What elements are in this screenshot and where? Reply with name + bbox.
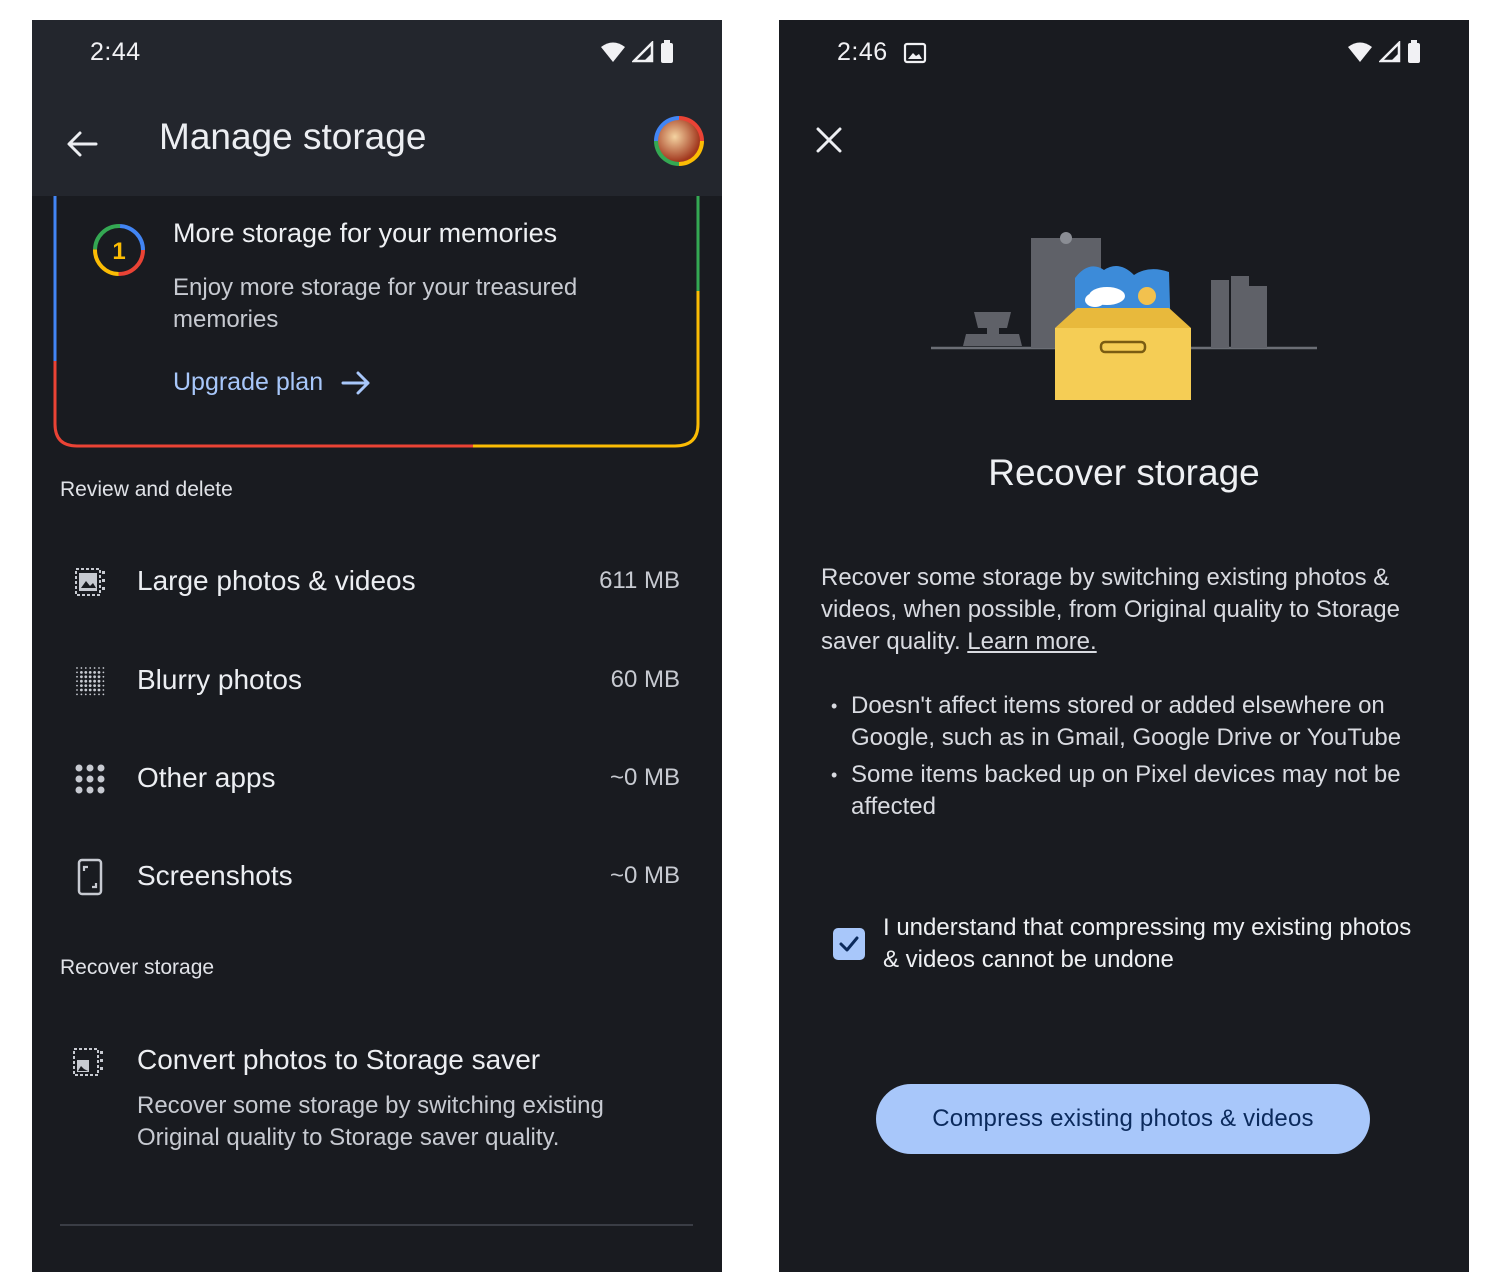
status-bar: 2:44 (32, 20, 722, 84)
check-icon (839, 936, 859, 952)
row-size: ~0 MB (609, 764, 680, 791)
page-title: Manage storage (159, 116, 427, 157)
blurry-grid-icon (72, 663, 108, 699)
storage-saver-icon (70, 1044, 106, 1080)
apps-grid-icon (72, 761, 108, 797)
row-size: ~0 MB (609, 862, 680, 889)
account-avatar[interactable] (654, 116, 704, 166)
confirm-checkbox[interactable] (833, 928, 865, 960)
compress-button[interactable]: Compress existing photos & videos (876, 1084, 1370, 1154)
upgrade-plan-label: Upgrade plan (173, 368, 324, 396)
battery-icon (1408, 40, 1420, 63)
status-bar: 2:46 (779, 20, 1469, 84)
image-notification-icon (903, 42, 927, 64)
blurry-photos-row[interactable]: Blurry photos 60 MB (32, 646, 722, 716)
storage-box-illustration (931, 232, 1317, 400)
screenshots-row[interactable]: Screenshots ~0 MB (32, 842, 722, 912)
description-text: Recover some storage by switching existi… (821, 564, 1400, 655)
status-icons (1347, 40, 1421, 64)
row-label: Large photos & videos (137, 565, 416, 596)
promo-title: More storage for your memories (173, 218, 558, 248)
signal-icon (632, 41, 654, 63)
confirm-text: I understand that compressing my existin… (883, 914, 1412, 973)
svg-text:1: 1 (112, 238, 125, 265)
row-label: Screenshots (137, 860, 293, 891)
promo-description: Enjoy more storage for your treasured me… (173, 274, 578, 333)
recover-section-label: Recover storage (60, 956, 215, 979)
upgrade-plan-link[interactable]: Upgrade plan (173, 368, 371, 397)
app-bar: 2:44 Manage storage (32, 20, 722, 196)
arrow-forward-icon (341, 371, 370, 394)
row-label: Other apps (137, 762, 276, 793)
status-time: 2:46 (837, 38, 888, 66)
battery-icon (661, 40, 673, 63)
convert-description: Recover some storage by switching existi… (137, 1092, 604, 1151)
upgrade-promo-card: 1 More storage for your memories Enjoy m… (53, 196, 700, 450)
learn-more-link[interactable]: Learn more. (967, 628, 1096, 655)
signal-icon (1379, 41, 1401, 63)
large-photo-icon (72, 564, 108, 600)
row-label: Blurry photos (137, 664, 302, 695)
recover-storage-title: Recover storage (988, 452, 1260, 493)
other-apps-row[interactable]: Other apps ~0 MB (32, 744, 722, 814)
wifi-icon (1348, 42, 1372, 62)
manage-storage-screen: 2:44 Manage storage 1 More storage for y… (32, 20, 722, 1272)
info-bullets: Doesn't affect items stored or added els… (831, 690, 1441, 828)
review-section-label: Review and delete (60, 478, 233, 501)
large-photos-row[interactable]: Large photos & videos 611 MB (32, 547, 722, 617)
arrow-back-icon (67, 131, 98, 157)
recover-storage-screen: 2:46 Recover storage Recover some storag… (779, 20, 1469, 1272)
divider (60, 1224, 693, 1226)
recover-storage-description: Recover some storage by switching existi… (821, 562, 1431, 658)
close-button[interactable] (809, 120, 849, 160)
status-icons (600, 40, 674, 64)
back-button[interactable] (60, 122, 104, 166)
screenshot-icon (72, 858, 108, 896)
row-size: 60 MB (610, 666, 680, 693)
bullet-item: Some items backed up on Pixel devices ma… (831, 759, 1441, 823)
wifi-icon (601, 42, 625, 62)
row-size: 611 MB (599, 567, 680, 594)
bullet-item: Doesn't affect items stored or added els… (831, 690, 1441, 754)
google-one-icon: 1 (93, 224, 145, 276)
close-icon (816, 127, 842, 153)
status-time: 2:44 (90, 38, 141, 66)
convert-title: Convert photos to Storage saver (137, 1044, 541, 1075)
